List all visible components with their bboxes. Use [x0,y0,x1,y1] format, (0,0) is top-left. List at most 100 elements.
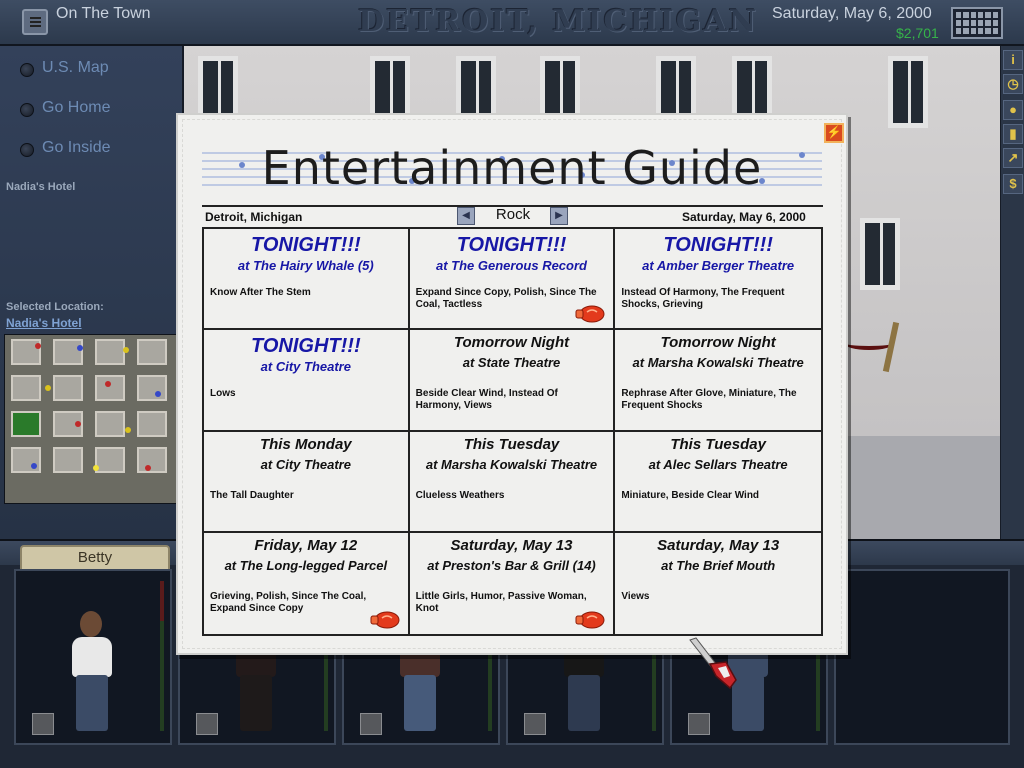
money-balance: $2,701 [896,25,939,41]
bottle-icon[interactable]: ▮ [1003,124,1023,144]
event-venue: at The Hairy Whale (5) [237,258,374,273]
event-bands: Expand Since Copy, Polish, Since The Coa… [415,287,597,310]
chart-icon[interactable]: ↗ [1003,148,1023,168]
event-when: Saturday, May 13 [657,536,780,554]
event-when: Tomorrow Night [660,334,776,352]
disc-icon[interactable]: ● [1003,100,1023,120]
event-when: Friday, May 12 [254,536,358,554]
velvet-rope [844,336,894,350]
event-venue: at City Theatre [260,359,351,375]
event-cell[interactable]: Saturday, May 13 at Preston's Bar & Gril… [410,532,616,634]
selected-location-label: Selected Location: [6,301,104,313]
band-member-slot[interactable] [834,569,1010,745]
event-bands: Know After The Stem [210,287,311,298]
event-venue: at Preston's Bar & Grill (14) [427,557,596,573]
screen-title: On The Town [56,5,151,22]
event-when: TONIGHT!!! [456,234,567,256]
boxing-glove-icon [370,611,400,629]
event-when: This Tuesday [463,435,560,453]
event-venue: at Marsha Kowalski Theatre [425,456,598,472]
go-home-button[interactable]: Go Home [18,98,178,122]
event-when: TONIGHT!!! [251,234,361,256]
band-member-figure [66,611,118,731]
microphone-icon[interactable] [32,713,54,735]
radio-dot-icon [20,63,34,77]
event-grid: TONIGHT!!! at The Hairy Whale (5) Know A… [202,227,823,636]
genre-label: Rock [495,206,531,223]
band-member-slot[interactable] [14,569,172,745]
info-icon[interactable]: i [1003,50,1023,70]
nav-label: U.S. Map [42,59,109,76]
current-location: Nadia's Hotel [6,181,76,193]
guide-date: Saturday, May 6, 2000 [682,210,806,224]
event-venue: at The Brief Mouth [661,557,776,573]
event-venue: at Amber Berger Theatre [642,258,795,273]
guitar-icon[interactable] [196,713,218,735]
event-cell[interactable]: Tomorrow Night at State Theatre Beside C… [409,330,616,432]
event-cell[interactable]: This Tuesday at Alec Sellars Theatre Min… [615,432,821,533]
event-venue: at The Generous Record [436,258,587,273]
event-cell[interactable]: TONIGHT!!! at The Generous Record Expand… [409,229,616,331]
event-cell[interactable]: This Monday at City Theatre The Tall Dau… [204,431,410,533]
guitar-cursor-icon [689,637,737,690]
genre-prev-button[interactable]: ◀ [457,207,475,225]
entertainment-guide-dialog: ⚡ Entertainment Guide Detroit, Michigan … [176,113,848,655]
event-when: This Tuesday [670,435,766,453]
boxing-glove-icon [575,305,605,323]
event-when: TONIGHT!!! [663,234,773,256]
clock-icon[interactable]: ◷ [1003,74,1023,94]
nav-label: Go Home [42,99,111,116]
event-bands: Lows [210,388,236,400]
selected-location-link[interactable]: Nadia's Hotel [6,316,82,330]
event-bands: Miniature, Beside Clear Wind [621,489,760,501]
energy-meter [160,581,164,731]
event-when: Tomorrow Night [453,334,570,352]
event-when: TONIGHT!!! [251,335,361,358]
event-cell[interactable]: Tomorrow Night at Marsha Kowalski Theatr… [615,330,821,432]
right-toolbar: i ◷ ● ▮ ↗ $ [1000,46,1024,539]
us-map-button[interactable]: U.S. Map [18,58,178,82]
event-cell[interactable]: TONIGHT!!! at Amber Berger Theatre Inste… [615,229,821,331]
drum-icon[interactable] [360,713,382,735]
menu-button[interactable] [22,9,48,35]
current-date: Saturday, May 6, 2000 [772,5,932,22]
bass-guitar-icon[interactable] [524,713,546,735]
event-venue: at Marsha Kowalski Theatre [632,355,804,371]
calendar-icon[interactable] [951,7,1003,39]
boxing-glove-icon [575,611,605,629]
event-venue: at Alec Sellars Theatre [648,456,788,472]
event-bands: Beside Clear Wind, Instead Of Harmony, V… [415,388,558,412]
event-cell[interactable]: TONIGHT!!! at City Theatre Lows [204,330,410,432]
event-bands: Views [621,590,650,602]
genre-next-button[interactable]: ▶ [550,207,568,225]
event-bands: Clueless Weathers [415,489,505,501]
city-minimap[interactable] [4,334,182,504]
top-bar: On The Town DETROIT, MICHIGAN Saturday, … [0,0,1024,46]
event-cell[interactable]: Saturday, May 13 at The Brief Mouth View… [615,533,821,634]
radio-dot-icon [20,103,34,117]
event-bands: The Tall Daughter [210,489,294,501]
money-icon[interactable]: $ [1003,174,1023,194]
event-cell[interactable]: This Tuesday at Marsha Kowalski Theatre … [409,431,616,533]
event-bands: Instead Of Harmony, The Frequent Shocks,… [621,287,785,310]
city-title: DETROIT, MICHIGAN [358,4,759,39]
event-venue: at The Long-legged Parcel [224,557,388,573]
event-venue: at State Theatre [462,355,561,371]
member-name-tab[interactable]: Betty [20,545,170,569]
event-when: Saturday, May 13 [450,536,573,554]
guide-title: Entertainment Guide [261,141,763,195]
go-inside-button[interactable]: Go Inside [18,138,178,162]
event-cell[interactable]: Friday, May 12 at The Long-legged Parcel… [204,532,410,634]
radio-dot-icon [20,143,34,157]
close-icon[interactable]: ⚡ [824,123,844,143]
event-bands: Grieving, Polish, Since The Coal, Expand… [210,590,367,614]
guide-city: Detroit, Michigan [205,210,303,224]
event-bands: Little Girls, Humor, Passive Woman, Knot [415,590,587,614]
event-bands: Rephrase After Glove, Miniature, The Fre… [621,388,797,412]
keyboard-icon[interactable] [688,713,710,735]
event-when: This Monday [259,435,352,453]
event-venue: at City Theatre [260,456,351,472]
nav-label: Go Inside [42,139,111,156]
event-cell[interactable]: TONIGHT!!! at The Hairy Whale (5) Know A… [204,229,410,331]
left-panel: U.S. Map Go Home Go Inside Nadia's Hotel… [0,46,184,539]
